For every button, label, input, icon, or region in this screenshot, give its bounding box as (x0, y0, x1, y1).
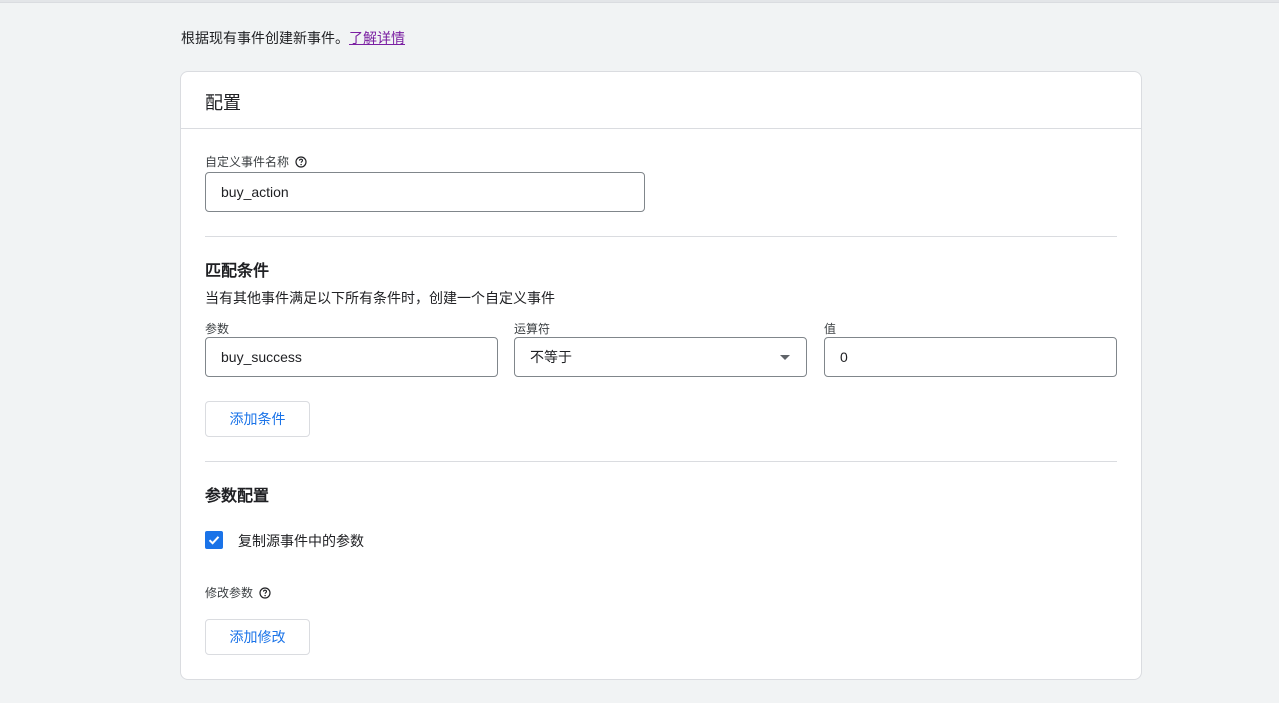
top-border (0, 0, 1279, 3)
value-value: 0 (840, 349, 848, 365)
param-input[interactable]: buy_success (205, 337, 498, 377)
add-condition-button[interactable]: 添加条件 (205, 401, 310, 437)
param-value: buy_success (221, 349, 302, 365)
param-label-text: 参数 (205, 322, 230, 336)
param-label: 参数 (205, 320, 229, 337)
learn-more-link[interactable]: 了解详情 (349, 30, 405, 46)
copy-params-label: 复制源事件中的参数 (238, 533, 364, 549)
value-label-text: 值 (824, 322, 837, 336)
divider-2 (205, 461, 1117, 462)
check-icon (208, 536, 220, 545)
value-label: 值 (824, 320, 836, 337)
operator-label-text: 运算符 (514, 322, 551, 336)
chevron-down-icon (780, 355, 790, 360)
custom-event-name-input[interactable]: buy_action (205, 172, 645, 212)
operator-select[interactable]: 不等于 (514, 337, 807, 377)
param-config-title: 参数配置 (205, 488, 270, 505)
configuration-card: 配置 自定义事件名称 buy_action 匹配条件 当有其他事件满足以下所有条… (180, 71, 1142, 680)
copy-params-checkbox[interactable] (205, 531, 223, 549)
match-conditions-title: 匹配条件 (205, 263, 270, 280)
custom-event-name-label: 自定义事件名称 (205, 153, 307, 170)
card-header: 配置 (181, 72, 1141, 129)
divider-1 (205, 236, 1117, 237)
intro-text: 根据现有事件创建新事件。了解详情 (181, 28, 405, 48)
add-modification-button[interactable]: 添加修改 (205, 619, 310, 655)
modify-params-label: 修改参数 (205, 584, 271, 601)
custom-event-name-label-text: 自定义事件名称 (205, 155, 290, 169)
help-icon[interactable] (259, 586, 271, 599)
operator-value: 不等于 (530, 349, 572, 365)
operator-label: 运算符 (514, 320, 550, 337)
modify-params-label-text: 修改参数 (205, 586, 254, 600)
custom-event-name-value: buy_action (221, 184, 289, 200)
intro-description: 根据现有事件创建新事件。 (181, 30, 349, 46)
card-title: 配置 (205, 93, 241, 113)
match-conditions-description: 当有其他事件满足以下所有条件时，创建一个自定义事件 (205, 290, 555, 306)
value-input[interactable]: 0 (824, 337, 1117, 377)
help-icon[interactable] (295, 155, 307, 168)
